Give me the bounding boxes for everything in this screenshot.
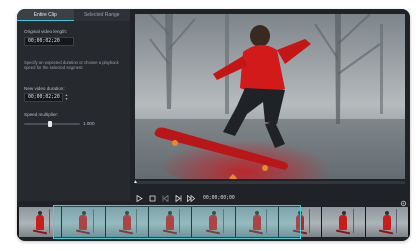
speed-slider-track[interactable] <box>24 123 80 125</box>
duration-stepper[interactable]: ▲ ▼ <box>64 93 69 102</box>
speed-slider-thumb[interactable] <box>48 121 52 127</box>
gear-icon[interactable] <box>400 194 407 207</box>
filmstrip-frame <box>62 207 105 237</box>
filmstrip-frame <box>148 207 192 237</box>
stop-icon[interactable] <box>148 194 156 202</box>
tab-bar: Entire Clip Selected Range <box>17 9 130 21</box>
new-duration-input[interactable]: 00;00;02;20 <box>24 93 63 102</box>
previous-frame-icon[interactable] <box>161 194 169 202</box>
preview-frame-image <box>135 14 405 179</box>
speed-multiplier-value: 1.000 <box>83 121 95 126</box>
video-speed-window: Entire Clip Selected Range Original vide… <box>17 9 410 241</box>
playhead-marker[interactable]: ▲ <box>133 179 138 185</box>
settings-panel: Entire Clip Selected Range Original vide… <box>17 9 130 201</box>
tab-entire-clip[interactable]: Entire Clip <box>17 9 74 21</box>
filmstrip-frame <box>278 207 322 237</box>
filmstrip-frame <box>322 207 365 237</box>
instruction-text: Specify an expected duration or choose a… <box>24 60 119 71</box>
new-duration-label: New video duration: <box>24 86 65 91</box>
preview-scrub-bar[interactable] <box>135 181 405 184</box>
next-frame-icon[interactable] <box>174 194 182 202</box>
play-icon[interactable] <box>135 194 143 202</box>
original-length-label: Original video length: <box>24 29 68 34</box>
playback-timecode: 00;00;00;00 <box>203 195 235 201</box>
filmstrip-frame <box>365 207 408 237</box>
chevron-down-icon[interactable]: ▼ <box>64 97 69 101</box>
filmstrip-frame <box>19 207 62 237</box>
filmstrip-frame <box>105 207 148 237</box>
timeline-filmstrip[interactable] <box>17 207 410 237</box>
fast-forward-icon[interactable] <box>187 194 195 202</box>
video-preview[interactable] <box>135 14 405 179</box>
filmstrip-frame <box>235 207 278 237</box>
tab-selected-range[interactable]: Selected Range <box>73 9 130 21</box>
original-length-field: 00;00;02;20 <box>24 37 74 46</box>
transport-controls: 00;00;00;00 <box>135 194 235 202</box>
speed-multiplier-label: Speed multiplier: <box>24 112 59 117</box>
filmstrip-frame <box>192 207 235 237</box>
